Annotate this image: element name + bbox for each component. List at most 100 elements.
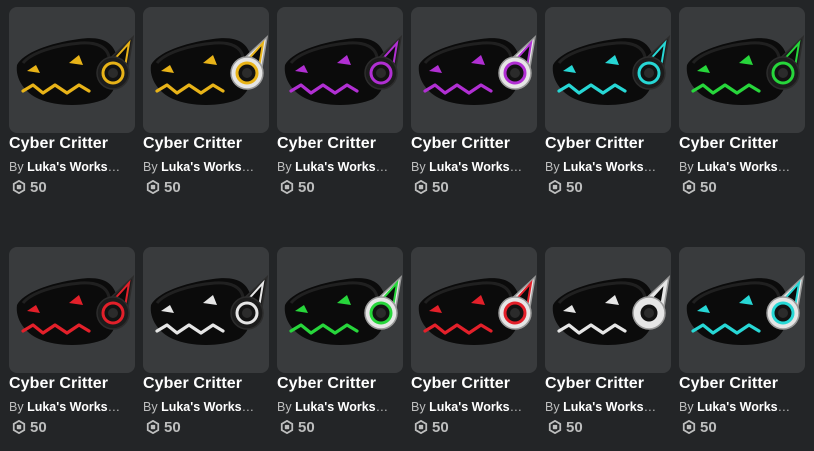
price-amount: 50 [298, 178, 315, 196]
item-thumbnail-frame[interactable] [411, 7, 537, 133]
item-name[interactable]: Cyber Critter [679, 375, 805, 393]
item-name[interactable]: Cyber Critter [277, 375, 403, 393]
creator-link[interactable]: Luka's Workshop [27, 160, 127, 174]
price-amount: 50 [566, 418, 583, 436]
item-price: 50 [682, 417, 717, 437]
creator-by-label: By [277, 160, 292, 174]
item-name[interactable]: Cyber Critter [143, 135, 269, 153]
creator-by-label: By [545, 160, 560, 174]
creator-link[interactable]: Luka's Workshop [429, 400, 529, 414]
price-amount: 50 [30, 418, 47, 436]
creator-link[interactable]: Luka's Workshop [295, 400, 395, 414]
creator-link[interactable]: Luka's Workshop [161, 400, 261, 414]
item-name[interactable]: Cyber Critter [9, 135, 135, 153]
price-amount: 50 [700, 418, 717, 436]
item-creator: By Luka's Workshop [277, 400, 395, 414]
item-card[interactable]: Cyber Critter By Luka's Workshop 50 [9, 247, 135, 451]
creator-link[interactable]: Luka's Workshop [161, 160, 261, 174]
robux-icon [280, 180, 294, 194]
item-thumbnail [284, 34, 403, 105]
item-creator: By Luka's Workshop [411, 160, 529, 174]
item-name[interactable]: Cyber Critter [143, 375, 269, 393]
price-amount: 50 [700, 178, 717, 196]
item-card[interactable]: Cyber Critter By Luka's Workshop 50 [143, 7, 269, 222]
robux-icon [12, 420, 26, 434]
item-thumbnail-frame[interactable] [545, 7, 671, 133]
robux-icon [414, 420, 428, 434]
creator-by-label: By [9, 400, 24, 414]
creator-by-label: By [143, 400, 158, 414]
item-creator: By Luka's Workshop [545, 160, 663, 174]
item-thumbnail [552, 34, 671, 105]
item-card[interactable]: Cyber Critter By Luka's Workshop 50 [143, 247, 269, 451]
robux-icon [682, 180, 696, 194]
catalog-grid: Cyber Critter By Luka's Workshop 50 Cybe… [0, 0, 814, 451]
item-card[interactable]: Cyber Critter By Luka's Workshop 50 [411, 247, 537, 451]
creator-by-label: By [143, 160, 158, 174]
creator-link[interactable]: Luka's Workshop [429, 160, 529, 174]
item-name[interactable]: Cyber Critter [411, 135, 537, 153]
item-creator: By Luka's Workshop [9, 160, 127, 174]
item-price: 50 [682, 177, 717, 197]
item-creator: By Luka's Workshop [545, 400, 663, 414]
creator-by-label: By [679, 160, 694, 174]
item-name[interactable]: Cyber Critter [411, 375, 537, 393]
robux-icon [12, 180, 26, 194]
item-thumbnail [552, 274, 671, 345]
item-card[interactable]: Cyber Critter By Luka's Workshop 50 [679, 247, 805, 451]
item-price: 50 [414, 177, 449, 197]
item-thumbnail [150, 274, 269, 345]
item-name[interactable]: Cyber Critter [545, 135, 671, 153]
price-amount: 50 [164, 178, 181, 196]
item-name[interactable]: Cyber Critter [545, 375, 671, 393]
price-amount: 50 [164, 418, 181, 436]
item-name[interactable]: Cyber Critter [679, 135, 805, 153]
creator-by-label: By [411, 160, 426, 174]
item-card[interactable]: Cyber Critter By Luka's Workshop 50 [411, 7, 537, 222]
item-card[interactable]: Cyber Critter By Luka's Workshop 50 [9, 7, 135, 222]
creator-by-label: By [9, 160, 24, 174]
item-card[interactable]: Cyber Critter By Luka's Workshop 50 [545, 7, 671, 222]
item-thumbnail-frame[interactable] [545, 247, 671, 373]
item-thumbnail-frame[interactable] [9, 247, 135, 373]
item-thumbnail-frame[interactable] [277, 7, 403, 133]
item-thumbnail-frame[interactable] [143, 247, 269, 373]
item-thumbnail [16, 274, 135, 345]
item-card[interactable]: Cyber Critter By Luka's Workshop 50 [545, 247, 671, 451]
item-name[interactable]: Cyber Critter [9, 375, 135, 393]
item-creator: By Luka's Workshop [143, 160, 261, 174]
item-creator: By Luka's Workshop [9, 400, 127, 414]
item-card[interactable]: Cyber Critter By Luka's Workshop 50 [679, 7, 805, 222]
robux-icon [548, 180, 562, 194]
item-price: 50 [12, 417, 47, 437]
item-thumbnail-frame[interactable] [277, 247, 403, 373]
creator-link[interactable]: Luka's Workshop [563, 160, 663, 174]
creator-link[interactable]: Luka's Workshop [295, 160, 395, 174]
creator-link[interactable]: Luka's Workshop [563, 400, 663, 414]
item-card[interactable]: Cyber Critter By Luka's Workshop 50 [277, 7, 403, 222]
item-price: 50 [414, 417, 449, 437]
item-thumbnail-frame[interactable] [9, 7, 135, 133]
item-thumbnail-frame[interactable] [679, 7, 805, 133]
item-card[interactable]: Cyber Critter By Luka's Workshop 50 [277, 247, 403, 451]
item-creator: By Luka's Workshop [679, 400, 797, 414]
creator-by-label: By [277, 400, 292, 414]
item-price: 50 [548, 177, 583, 197]
item-name[interactable]: Cyber Critter [277, 135, 403, 153]
price-amount: 50 [30, 178, 47, 196]
robux-icon [280, 420, 294, 434]
creator-by-label: By [545, 400, 560, 414]
item-thumbnail [284, 274, 403, 345]
item-price: 50 [280, 177, 315, 197]
item-thumbnail-frame[interactable] [143, 7, 269, 133]
item-thumbnail-frame[interactable] [411, 247, 537, 373]
item-thumbnail-frame[interactable] [679, 247, 805, 373]
creator-link[interactable]: Luka's Workshop [697, 160, 797, 174]
creator-link[interactable]: Luka's Workshop [27, 400, 127, 414]
item-thumbnail [686, 274, 805, 345]
creator-link[interactable]: Luka's Workshop [697, 400, 797, 414]
item-creator: By Luka's Workshop [411, 400, 529, 414]
creator-by-label: By [411, 400, 426, 414]
item-creator: By Luka's Workshop [277, 160, 395, 174]
item-creator: By Luka's Workshop [679, 160, 797, 174]
